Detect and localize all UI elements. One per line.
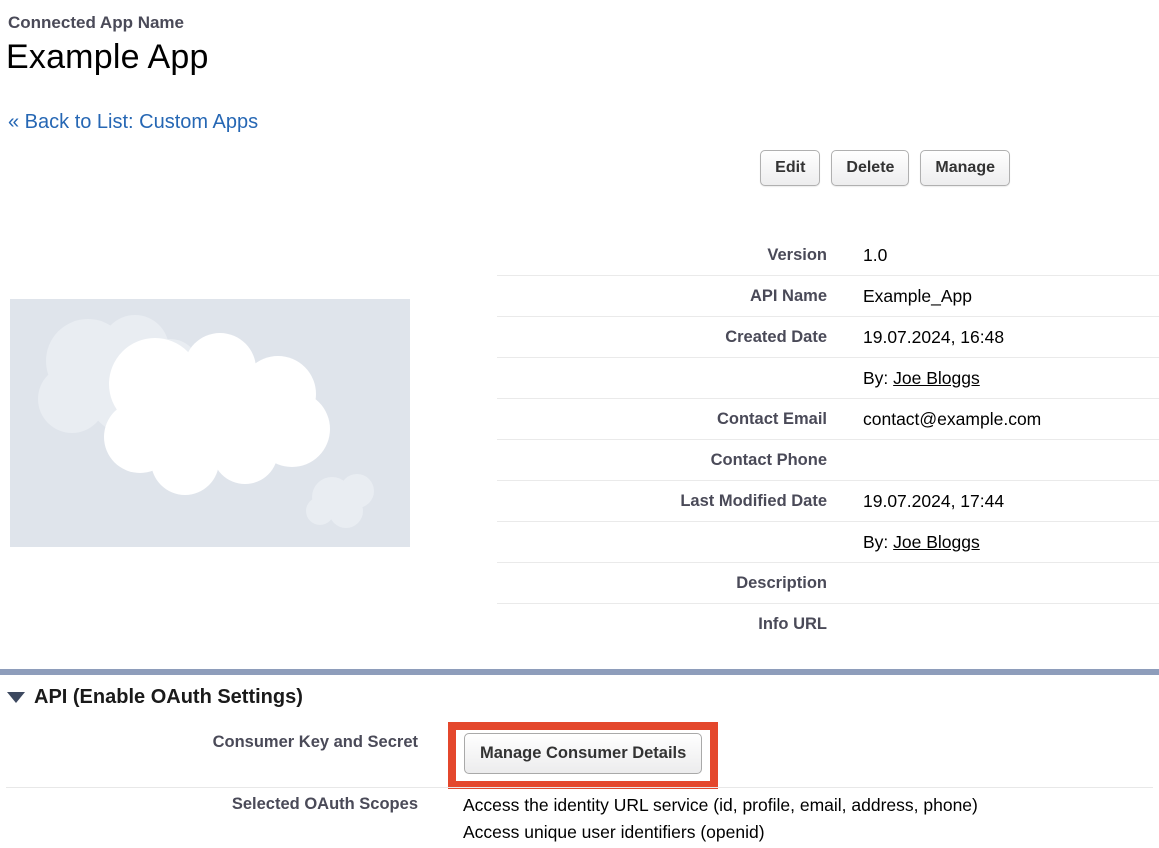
detail-label: Contact Phone [497,451,827,470]
detail-row-created-by: By: Joe Bloggs [497,358,1159,399]
detail-row-last-modified-date: Last Modified Date 19.07.2024, 17:44 [497,481,1159,522]
detail-row-contact-email: Contact Email contact@example.com [497,399,1159,440]
oauth-section-title: API (Enable OAuth Settings) [34,686,303,709]
modified-by-user-link[interactable]: Joe Bloggs [893,532,980,552]
oauth-scope-item: Access the identity URL service (id, pro… [463,792,978,819]
detail-value: Example_App [827,286,972,307]
oauth-scopes-list: Access the identity URL service (id, pro… [463,792,978,846]
detail-label: API Name [497,287,827,306]
detail-value: contact@example.com [827,409,1041,430]
detail-row-contact-phone: Contact Phone [497,440,1159,481]
detail-value: 19.07.2024, 16:48 [827,327,1004,348]
detail-row-modified-by: By: Joe Bloggs [497,522,1159,563]
detail-value: 19.07.2024, 17:44 [827,491,1004,512]
detail-label: Description [497,574,827,593]
back-to-list-link[interactable]: « Back to List: Custom Apps [8,111,258,134]
manage-consumer-details-button[interactable]: Manage Consumer Details [464,733,702,774]
connected-app-detail-page: Connected App Name Example App « Back to… [0,0,1159,848]
detail-row-created-date: Created Date 19.07.2024, 16:48 [497,317,1159,358]
connected-app-name-label: Connected App Name [8,13,184,33]
manage-button[interactable]: Manage [920,150,1010,186]
detail-row-description: Description [497,563,1159,604]
oauth-scope-item: Access unique user identifiers (openid) [463,819,978,846]
detail-label: Version [497,246,827,265]
detail-value: 1.0 [827,245,887,266]
detail-row-version: Version 1.0 [497,235,1159,276]
detail-label: Created Date [497,328,827,347]
consumer-key-secret-label: Consumer Key and Secret [0,733,418,752]
section-divider-bar [0,669,1159,675]
detail-table: Version 1.0 API Name Example_App Created… [497,235,1159,645]
detail-label: Contact Email [497,410,827,429]
created-by-user-link[interactable]: Joe Bloggs [893,368,980,388]
detail-label: Info URL [497,615,827,634]
row-separator [6,787,1153,788]
cloud-icon [10,299,410,547]
red-highlight-annotation: Manage Consumer Details [448,722,718,789]
detail-value: By: Joe Bloggs [827,368,980,389]
page-title: Example App [6,38,209,77]
delete-button[interactable]: Delete [831,150,909,186]
section-collapse-triangle-icon[interactable] [7,692,25,703]
app-logo-cloud-image [10,299,410,547]
detail-row-api-name: API Name Example_App [497,276,1159,317]
detail-label: Last Modified Date [497,492,827,511]
detail-row-info-url: Info URL [497,604,1159,645]
detail-value: By: Joe Bloggs [827,532,980,553]
edit-button[interactable]: Edit [760,150,820,186]
toolbar: Edit Delete Manage [760,150,1010,186]
selected-oauth-scopes-label: Selected OAuth Scopes [0,795,418,814]
